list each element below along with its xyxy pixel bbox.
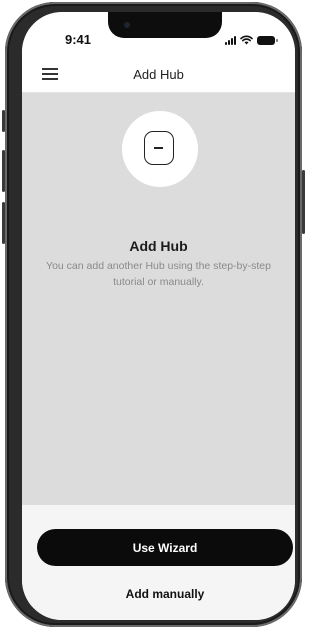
cellular-signal-icon [225, 35, 236, 45]
side-button-left-3 [2, 202, 5, 244]
phone-frame: 9:41 Add Hub Add Hub You can add another… [2, 2, 305, 627]
add-manually-button[interactable]: Add manually [37, 579, 293, 609]
status-time: 9:41 [65, 32, 92, 47]
status-icons [225, 33, 278, 45]
hub-device-icon [144, 131, 174, 165]
camera-icon [124, 22, 130, 28]
navigation-bar: Add Hub [22, 56, 295, 93]
notch [108, 12, 222, 38]
side-button-right [302, 170, 305, 234]
phone-screen: 9:41 Add Hub Add Hub You can add another… [22, 12, 295, 620]
content-description: You can add another Hub using the step-b… [46, 260, 271, 288]
wifi-icon [240, 35, 253, 45]
side-button-left-2 [2, 150, 5, 192]
content-title: Add Hub [129, 238, 188, 254]
action-panel: Use Wizard Add manually [22, 505, 295, 620]
main-content: Add Hub You can add another Hub using th… [22, 93, 295, 505]
page-title: Add Hub [133, 67, 184, 82]
side-button-left-1 [2, 110, 5, 132]
battery-icon [257, 36, 278, 45]
hub-illustration [122, 111, 198, 187]
use-wizard-button[interactable]: Use Wizard [37, 529, 293, 566]
